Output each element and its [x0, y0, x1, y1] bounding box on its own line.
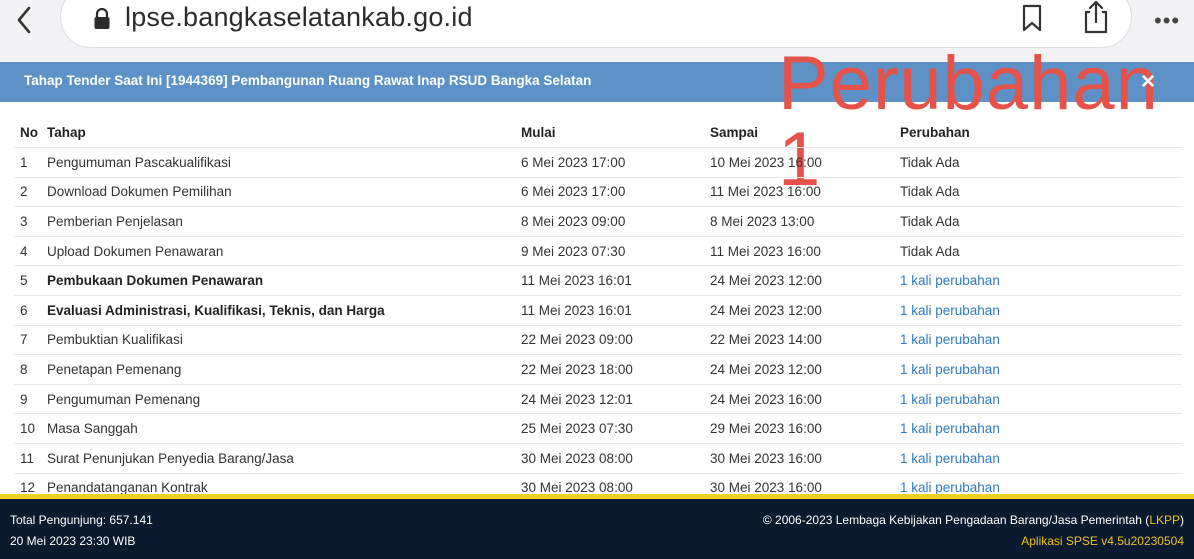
column-header-no: No — [20, 125, 38, 140]
cell-sampai: 24 Mei 2023 16:00 — [710, 391, 822, 407]
lock-icon — [94, 8, 110, 29]
cell-sampai: 29 Mei 2023 16:00 — [710, 421, 822, 437]
table-row: 6 Evaluasi Administrasi, Kualifikasi, Te… — [14, 294, 1182, 325]
back-button[interactable] — [4, 0, 44, 40]
cell-no: 6 — [20, 302, 28, 318]
table-row: 7 Pembuktian Kualifikasi 22 Mei 2023 09:… — [14, 324, 1182, 355]
cell-no: 5 — [20, 273, 28, 289]
change-history-link[interactable]: 1 kali perubahan — [900, 266, 1000, 295]
column-header-perubahan: Perubahan — [900, 125, 970, 140]
copyright-text: © 2006-2023 Lembaga Kebijakan Pengadaan … — [762, 513, 1150, 527]
table-header-row: No Tahap Mulai Sampai Perubahan — [14, 118, 1182, 147]
column-header-tahap: Tahap — [47, 125, 86, 140]
cell-mulai: 11 Mei 2023 16:01 — [521, 273, 632, 289]
lkpp-link[interactable]: LKPP — [1149, 513, 1180, 527]
change-history-link[interactable]: 1 kali perubahan — [900, 326, 1000, 355]
cell-mulai: 8 Mei 2023 09:00 — [521, 213, 626, 229]
cell-sampai: 11 Mei 2023 16:00 — [710, 184, 821, 200]
table-row: 5 Pembukaan Dokumen Penawaran 11 Mei 202… — [14, 265, 1182, 295]
change-history-link[interactable]: 1 kali perubahan — [900, 385, 1000, 414]
cell-mulai: 11 Mei 2023 16:01 — [521, 302, 632, 318]
cell-no: 3 — [20, 213, 28, 229]
cell-mulai: 22 Mei 2023 18:00 — [521, 361, 633, 377]
cell-mulai: 22 Mei 2023 09:00 — [521, 332, 633, 348]
table-row: 11 Surat Penunjukan Penyedia Barang/Jasa… — [14, 442, 1182, 473]
tender-stage-title: Tahap Tender Saat Ini [1944369] Pembangu… — [24, 73, 592, 88]
cell-mulai: 30 Mei 2023 08:00 — [521, 450, 633, 466]
cell-tahap: Evaluasi Administrasi, Kualifikasi, Tekn… — [47, 302, 385, 318]
table-row: 3 Pemberian Penjelasan 8 Mei 2023 09:00 … — [14, 206, 1182, 236]
app-version: Aplikasi SPSE v4.5u20230504 — [1021, 534, 1184, 548]
table-row: 2 Download Dokumen Pemilihan 6 Mei 2023 … — [14, 176, 1182, 207]
cell-mulai: 24 Mei 2023 12:01 — [521, 391, 633, 407]
chevron-left-icon — [17, 6, 31, 34]
cell-perubahan: Tidak Ada — [900, 184, 960, 200]
cell-no: 1 — [20, 154, 28, 170]
server-datetime: 20 Mei 2023 23:30 WIB — [10, 534, 136, 548]
cell-tahap: Upload Dokumen Penawaran — [47, 243, 224, 259]
cell-tahap: Pengumuman Pemenang — [47, 391, 201, 407]
cell-tahap: Masa Sanggah — [47, 421, 138, 437]
more-options-icon[interactable]: ••• — [1154, 8, 1180, 34]
cell-tahap: Pembukaan Dokumen Penawaran — [47, 273, 264, 289]
cell-no: 11 — [20, 450, 35, 466]
cell-perubahan: Tidak Ada — [900, 154, 960, 170]
visitor-count: Total Pengunjung: 657.141 — [10, 513, 153, 527]
change-history-link[interactable]: 1 kali perubahan — [900, 414, 1000, 443]
cell-sampai: 10 Mei 2023 16:00 — [710, 154, 822, 170]
cell-no: 7 — [20, 332, 28, 348]
share-icon[interactable] — [1081, 0, 1111, 34]
cell-tahap: Pemberian Penjelasan — [47, 213, 183, 229]
cell-sampai: 24 Mei 2023 12:00 — [710, 302, 822, 318]
cell-tahap: Download Dokumen Pemilihan — [47, 184, 232, 200]
cell-tahap: Penetapan Pemenang — [47, 361, 182, 377]
cell-no: 8 — [20, 361, 28, 377]
cell-sampai: 24 Mei 2023 12:00 — [710, 273, 822, 289]
cell-tahap: Pembuktian Kualifikasi — [47, 332, 183, 348]
table-row: 4 Upload Dokumen Penawaran 9 Mei 2023 07… — [14, 235, 1182, 266]
cell-sampai: 8 Mei 2023 13:00 — [710, 213, 815, 229]
cell-sampai: 22 Mei 2023 14:00 — [710, 332, 822, 348]
change-history-link[interactable]: 1 kali perubahan — [900, 444, 1000, 473]
cell-mulai: 6 Mei 2023 17:00 — [521, 154, 626, 170]
change-history-link[interactable]: 1 kali perubahan — [900, 296, 1000, 325]
tender-schedule-table: No Tahap Mulai Sampai Perubahan 1 Pengum… — [14, 118, 1182, 502]
table-row: 8 Penetapan Pemenang 22 Mei 2023 18:00 2… — [14, 354, 1182, 384]
url-text[interactable]: lpse.bangkaselatankab.go.id — [125, 2, 473, 33]
cell-sampai: 24 Mei 2023 12:00 — [710, 361, 822, 377]
cell-mulai: 6 Mei 2023 17:00 — [521, 184, 626, 200]
cell-no: 2 — [20, 184, 28, 200]
close-button[interactable]: × — [1141, 68, 1155, 96]
table-row: 10 Masa Sanggah 25 Mei 2023 07:30 29 Mei… — [14, 413, 1182, 443]
column-header-mulai: Mulai — [521, 125, 556, 140]
cell-mulai: 9 Mei 2023 07:30 — [521, 243, 626, 259]
table-row: 1 Pengumuman Pascakualifikasi 6 Mei 2023… — [14, 147, 1182, 177]
table-row: 9 Pengumuman Pemenang 24 Mei 2023 12:01 … — [14, 383, 1182, 414]
cell-sampai: 11 Mei 2023 16:00 — [710, 243, 821, 259]
cell-perubahan: Tidak Ada — [900, 213, 960, 229]
cell-no: 10 — [20, 421, 36, 437]
column-header-sampai: Sampai — [710, 125, 759, 140]
cell-sampai: 30 Mei 2023 16:00 — [710, 450, 822, 466]
cell-tahap: Pengumuman Pascakualifikasi — [47, 154, 231, 170]
footer — [0, 499, 1194, 559]
copyright-notice: © 2006-2023 Lembaga Kebijakan Pengadaan … — [763, 513, 1184, 527]
cell-mulai: 25 Mei 2023 07:30 — [521, 421, 633, 437]
change-history-link[interactable]: 1 kali perubahan — [900, 355, 1000, 384]
cell-tahap: Surat Penunjukan Penyedia Barang/Jasa — [47, 450, 294, 466]
copyright-suffix: ) — [1180, 513, 1184, 527]
cell-no: 9 — [20, 391, 28, 407]
cell-no: 4 — [20, 243, 28, 259]
bookmark-icon[interactable] — [1020, 4, 1044, 32]
cell-perubahan: Tidak Ada — [900, 243, 960, 259]
